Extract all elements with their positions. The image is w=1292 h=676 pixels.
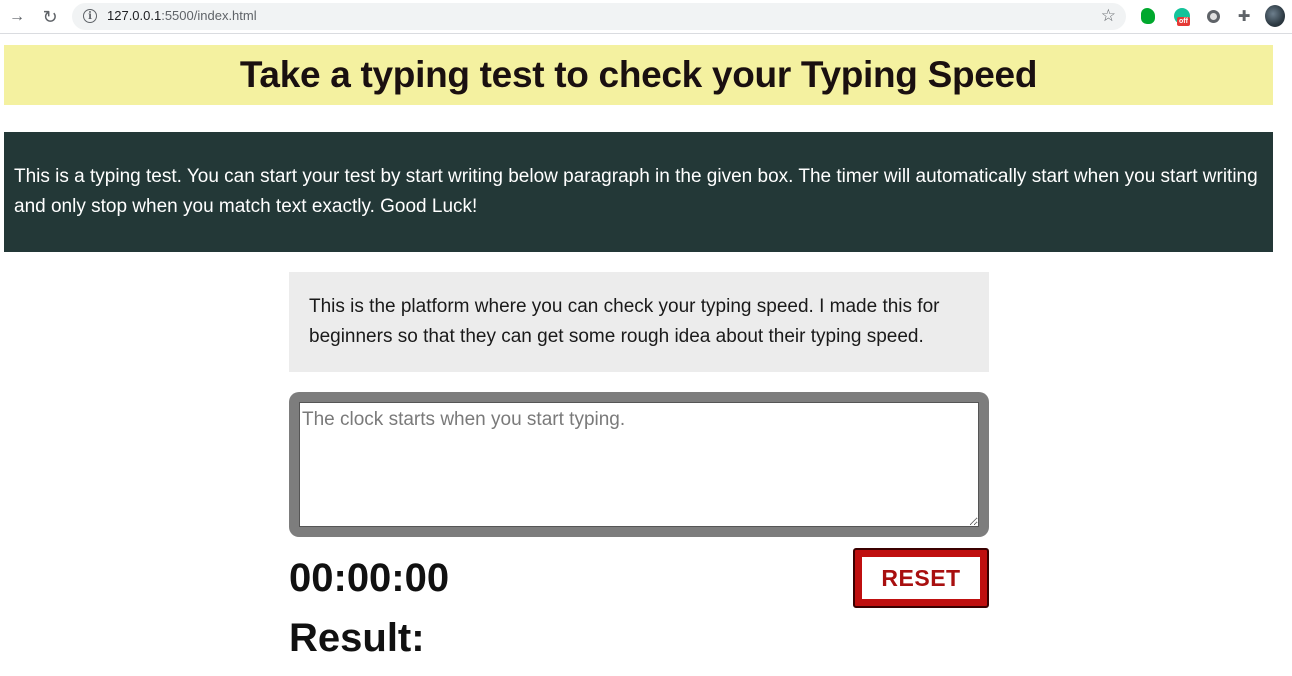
title-banner: Take a typing test to check your Typing … xyxy=(4,45,1273,105)
result-label: Result: xyxy=(289,616,425,660)
back-glyph: → xyxy=(9,8,25,25)
extension-circle-icon[interactable] xyxy=(1203,6,1223,26)
url-path: :5500/index.html xyxy=(161,8,257,23)
reload-icon[interactable]: ↻ xyxy=(39,6,61,28)
bookmark-star-icon[interactable]: ☆ xyxy=(1101,6,1116,26)
grammarly-off-badge: off xyxy=(1177,17,1190,26)
extensions-puzzle-icon[interactable]: ✚ xyxy=(1234,6,1254,26)
timer-display: 00:00:00 xyxy=(289,556,450,600)
evernote-icon[interactable] xyxy=(1138,6,1158,26)
intro-text: This is a typing test. You can start you… xyxy=(4,132,1273,252)
typing-input[interactable] xyxy=(299,402,979,527)
back-icon[interactable]: → xyxy=(6,6,28,28)
url-text[interactable]: 127.0.0.1:5500/index.html xyxy=(107,8,257,23)
url-host: 127.0.0.1 xyxy=(107,8,162,23)
test-passage: This is the platform where you can check… xyxy=(289,272,989,372)
reload-glyph: ↻ xyxy=(42,7,58,27)
page-title: Take a typing test to check your Typing … xyxy=(239,54,1038,95)
reset-button[interactable]: RESET xyxy=(853,548,989,608)
browser-toolbar: → ↻ i 127.0.0.1:5500/index.html ☆ off ✚ xyxy=(0,0,1292,34)
typing-area-frame xyxy=(289,392,989,537)
reset-button-label: RESET xyxy=(862,557,980,599)
profile-avatar-icon[interactable] xyxy=(1265,5,1285,27)
address-bar[interactable]: i 127.0.0.1:5500/index.html ☆ xyxy=(72,3,1126,30)
site-info-icon[interactable]: i xyxy=(83,9,97,23)
grammarly-icon[interactable]: off xyxy=(1172,6,1192,26)
